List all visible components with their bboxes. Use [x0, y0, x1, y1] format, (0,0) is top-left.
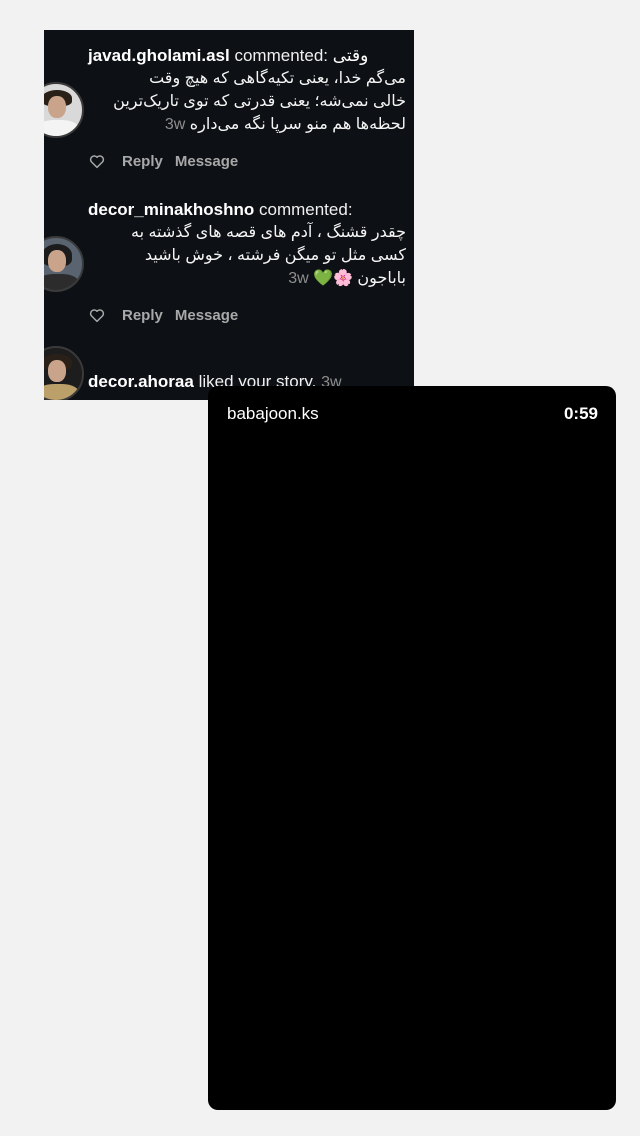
story-video[interactable]: babajoon.ks 0:59 — [208, 386, 616, 1110]
notification-verb: commented: — [234, 46, 329, 65]
notification-item[interactable]: javad.gholami.asl commented: وقتی می‌گم … — [88, 44, 406, 136]
avatar[interactable] — [44, 346, 84, 400]
message-button[interactable]: Message — [175, 307, 238, 324]
comment-actions: Reply Message — [88, 304, 250, 326]
message-button[interactable]: Message — [175, 153, 238, 170]
heart-icon[interactable] — [88, 306, 106, 324]
comment-actions: Reply Message — [88, 150, 250, 172]
reply-button[interactable]: Reply — [122, 153, 163, 170]
comment-text: چقدر قشنگ ، آدم های قصه های گذشته به — [130, 224, 406, 241]
reply-button[interactable]: Reply — [122, 307, 163, 324]
video-duration: 0:59 — [563, 404, 598, 423]
heart-icon[interactable] — [88, 152, 106, 170]
notification-item[interactable]: decor_minakhoshno commented: چقدر قشنگ ،… — [88, 198, 406, 290]
comment-line: لحظه‌ها هم منو سرپا نگه می‌داره 3w — [88, 113, 406, 136]
comment-text: خالی نمی‌شه؛ یعنی قدرتی که توی تاریک‌تری… — [113, 93, 406, 110]
comment-text: لحظه‌ها هم منو سرپا نگه می‌داره — [189, 116, 406, 133]
comment-text: می‌گم خدا، یعنی تکیه‌گاهی که هیچ وقت — [149, 70, 406, 87]
comment-line: باباجون 🌸💚 3w — [88, 267, 406, 290]
comment-text: باباجون 🌸💚 — [313, 270, 406, 287]
comment-text: وقتی — [332, 46, 369, 65]
story-username[interactable]: babajoon.ks — [227, 404, 319, 424]
notifications-screenshot: javad.gholami.asl commented: وقتی می‌گم … — [44, 30, 414, 400]
avatar[interactable] — [44, 82, 84, 138]
username[interactable]: decor.ahoraa — [88, 372, 194, 391]
timestamp: 3w — [288, 270, 309, 287]
timestamp: 3w — [164, 116, 186, 133]
notification-verb: commented: — [259, 200, 353, 219]
username[interactable]: javad.gholami.asl — [88, 46, 230, 65]
avatar[interactable] — [44, 236, 84, 292]
username[interactable]: decor_minakhoshno — [88, 200, 254, 219]
comment-text: کسی مثل تو میگن فرشته ، خوش باشید — [144, 247, 406, 264]
